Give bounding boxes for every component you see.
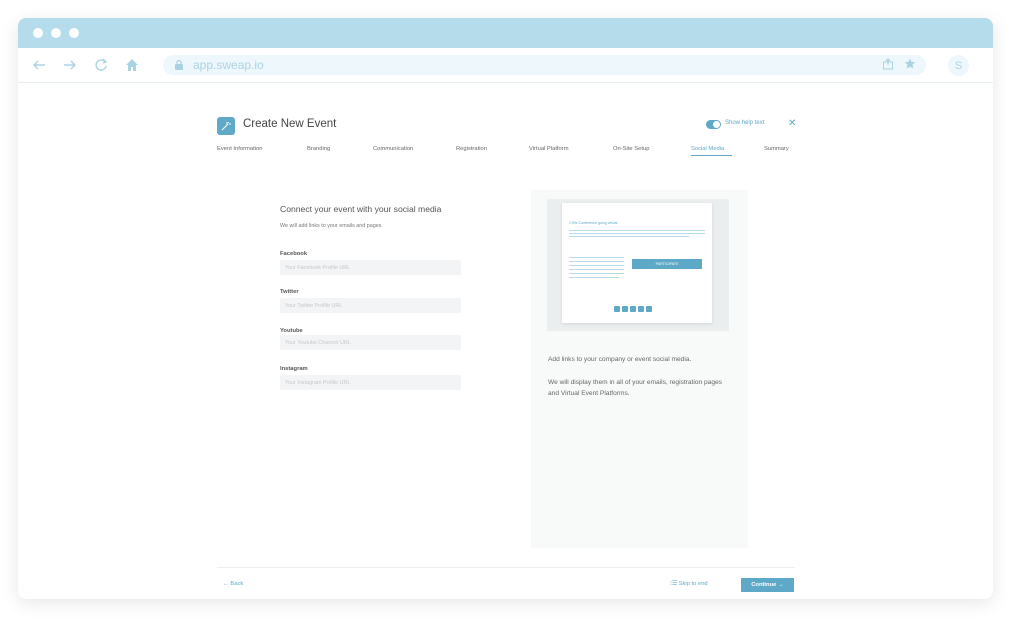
continue-button[interactable]: Continue → [741, 578, 794, 592]
page-content: Create New Event Show help text ✕ Event … [18, 83, 993, 599]
tab-registration[interactable]: Registration [456, 146, 487, 152]
facebook-url-input[interactable] [280, 260, 461, 275]
tab-summary[interactable]: Summary [764, 146, 789, 152]
help-toggle-switch[interactable] [706, 120, 721, 129]
help-toggle-label[interactable]: Show help text [725, 120, 764, 126]
window-maximize-dot[interactable] [69, 28, 79, 38]
page-title: Create New Event [243, 118, 337, 130]
tab-branding[interactable]: Branding [307, 146, 330, 152]
email-preview-frame: CSW Conference going virtual PARTICIPATE [547, 199, 729, 331]
window-titlebar [18, 18, 993, 48]
wizard-header: Create New Event Show help text ✕ [217, 117, 799, 135]
browser-toolbar: app.sweap.io S [18, 48, 993, 83]
help-panel: CSW Conference going virtual PARTICIPATE [531, 190, 748, 548]
lock-icon [175, 59, 183, 70]
back-arrow-icon[interactable] [28, 54, 50, 76]
reload-icon[interactable] [90, 54, 112, 76]
form-subtitle: We will add links to your emails and pag… [280, 223, 382, 229]
tab-event-information[interactable]: Event Information [217, 146, 262, 152]
help-text-intro: Add links to your company or event socia… [548, 356, 692, 363]
close-icon[interactable]: ✕ [788, 118, 796, 129]
footer-divider [217, 567, 795, 568]
tab-communication[interactable]: Communication [373, 146, 413, 152]
instagram-label: Instagram [280, 366, 308, 372]
youtube-url-input[interactable] [280, 335, 461, 350]
active-tab-indicator [691, 155, 732, 156]
facebook-label: Facebook [280, 251, 308, 257]
instagram-icon [638, 306, 644, 312]
address-bar[interactable]: app.sweap.io [163, 55, 926, 75]
form-title: Connect your event with your social medi… [280, 204, 442, 214]
instagram-url-input[interactable] [280, 375, 461, 390]
skip-to-end-button[interactable]: ⁝☰ Skip to end [670, 581, 708, 587]
youtube-icon [630, 306, 636, 312]
home-icon[interactable] [121, 54, 143, 76]
star-icon[interactable] [904, 58, 916, 70]
twitter-label: Twitter [280, 289, 299, 295]
url-text: app.sweap.io [193, 58, 264, 72]
tab-virtual-platform[interactable]: Virtual Platform [529, 146, 569, 152]
email-preview-card: CSW Conference going virtual PARTICIPATE [562, 203, 712, 323]
window-close-dot[interactable] [33, 28, 43, 38]
avatar[interactable]: S [948, 55, 969, 76]
tab-on-site-setup[interactable]: On-Site Setup [613, 146, 649, 152]
preview-social-icons [614, 306, 652, 312]
window-minimize-dot[interactable] [51, 28, 61, 38]
help-text-details: We will display them in all of your emai… [548, 379, 722, 397]
browser-window: app.sweap.io S Create New Event Show hel… [18, 18, 993, 599]
twitter-url-input[interactable] [280, 298, 461, 313]
twitter-icon [622, 306, 628, 312]
social-media-form: Connect your event with your social medi… [280, 204, 465, 390]
linkedin-icon [646, 306, 652, 312]
back-button[interactable]: ← Back [223, 581, 243, 587]
forward-arrow-icon[interactable] [59, 54, 81, 76]
facebook-icon [614, 306, 620, 312]
preview-participate-button: PARTICIPATE [632, 259, 702, 269]
wizard-tabs: Event Information Branding Communication… [217, 146, 795, 156]
preview-title: CSW Conference going virtual [569, 221, 618, 225]
youtube-label: Youtube [280, 328, 303, 334]
tab-social-media[interactable]: Social Media [691, 146, 724, 152]
magic-wand-icon [217, 117, 235, 135]
share-icon[interactable] [882, 58, 894, 70]
